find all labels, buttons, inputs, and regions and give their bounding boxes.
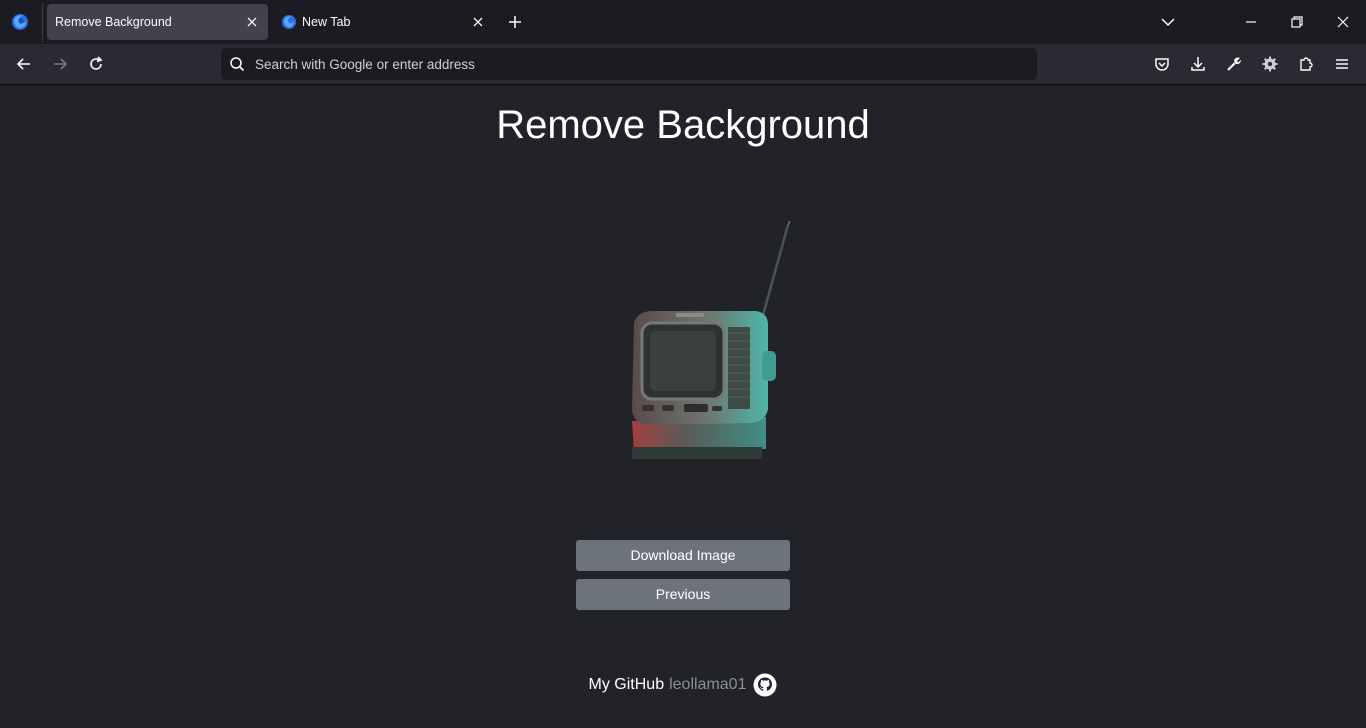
extensions-icon[interactable] [1296,54,1316,74]
result-image-tv [632,221,791,459]
search-icon [230,57,245,72]
page-title: Remove Background [496,103,870,147]
close-icon[interactable] [244,14,260,30]
window-close-icon[interactable] [1333,12,1353,32]
list-all-tabs-icon[interactable] [1158,12,1178,32]
tab-label: Remove Background [55,15,172,29]
tab-new-tab[interactable]: New Tab [273,4,494,40]
new-tab-icon[interactable] [505,12,525,32]
tab-strip: Remove Background New Tab [0,0,1366,44]
back-icon[interactable] [14,54,34,74]
minimize-icon[interactable] [1241,12,1261,32]
firefox-icon [282,15,296,29]
forward-icon[interactable] [50,54,70,74]
tab-remove-background[interactable]: Remove Background [47,4,268,40]
footer: My GitHub leollama01 [0,673,1366,697]
downloads-icon[interactable] [1188,54,1208,74]
wrench-icon[interactable] [1224,54,1244,74]
tab-label: New Tab [302,15,351,29]
github-icon[interactable] [753,673,777,697]
address-bar[interactable] [221,48,1037,80]
close-icon[interactable] [470,14,486,30]
previous-button[interactable]: Previous [576,579,790,610]
download-image-button[interactable]: Download Image [576,540,790,571]
extension-gear-icon[interactable] [1260,54,1280,74]
page-content: Remove Background Download Image Previou… [0,85,1366,728]
pocket-icon[interactable] [1152,54,1172,74]
reload-icon[interactable] [86,54,106,74]
footer-github-label: My GitHub [588,676,665,693]
address-input[interactable] [255,48,1015,80]
tab-separator [42,4,43,42]
github-username-link[interactable]: leollama01 [669,676,746,694]
menu-icon[interactable] [1332,54,1352,74]
firefox-icon[interactable] [10,12,30,32]
restore-icon[interactable] [1287,12,1307,32]
navigation-toolbar [0,44,1366,85]
